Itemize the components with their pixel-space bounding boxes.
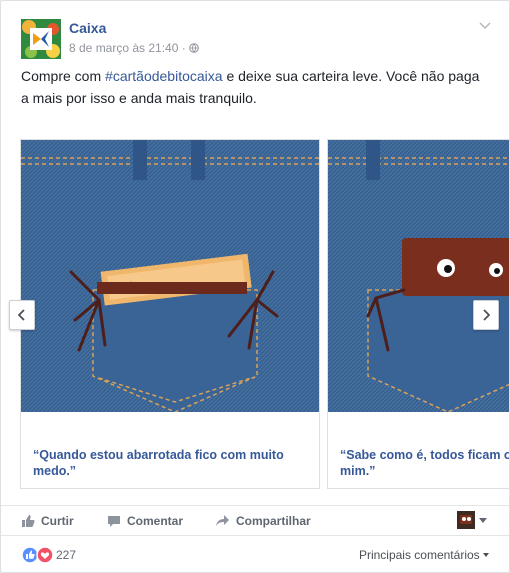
share-arrow-icon [216, 515, 229, 526]
post-timestamp[interactable]: 8 de março às 21:40 [69, 41, 178, 55]
page-avatar[interactable] [21, 19, 61, 59]
carousel-slide[interactable]: 500 “Quando estou abarrotada fico com mu… [20, 139, 320, 489]
share-button[interactable]: Compartilhar [215, 514, 311, 528]
post-text: Compre com #cartãodebitocaixa e deixe su… [21, 65, 491, 109]
caret-down-icon [479, 517, 487, 523]
caret-down-icon [483, 553, 489, 557]
globe-icon [189, 41, 199, 55]
slide-caption[interactable]: “Quando estou abarrotada fico com muito … [33, 447, 303, 479]
post-meta: 8 de março às 21:40 · [69, 41, 199, 55]
comment-icon [108, 516, 120, 527]
post-card: Caixa 8 de março às 21:40 · Compre com #… [0, 0, 510, 573]
slide-caption[interactable]: “Sabe como é, todos ficam olhando pra mi… [340, 447, 509, 479]
post-as-selector[interactable] [457, 511, 487, 529]
slide-image-wallet-eyes [328, 140, 509, 412]
like-label: Curtir [41, 514, 74, 528]
carousel: 500 “Quando estou abarrotada fico com mu… [1, 139, 509, 489]
carousel-next-button[interactable] [473, 300, 499, 330]
page-avatar-small [457, 511, 475, 529]
comment-sort-label: Principais comentários [358, 548, 480, 562]
carousel-prev-button[interactable] [9, 300, 35, 330]
post-text-start: Compre com [21, 68, 106, 84]
slide-image-pocket-full: 500 [21, 140, 319, 412]
chevron-left-icon [18, 309, 25, 321]
chevron-right-icon [483, 309, 490, 321]
like-button[interactable]: Curtir [21, 514, 74, 528]
action-bar: Curtir Comentar Compartilhar [1, 505, 509, 536]
page-name[interactable]: Caixa [69, 20, 106, 36]
reaction-count[interactable]: 227 [56, 548, 76, 562]
comment-sort-dropdown[interactable]: Principais comentários [359, 548, 489, 562]
comment-button[interactable]: Comentar [107, 514, 183, 528]
comment-label: Comentar [127, 514, 184, 528]
reactions-bar: 227 Principais comentários [1, 535, 509, 572]
hashtag-link[interactable]: #cartãodebitocaixa [105, 68, 223, 84]
share-label: Compartilhar [236, 514, 311, 528]
chevron-down-icon[interactable] [479, 19, 491, 33]
reaction-icons[interactable] [21, 546, 55, 564]
thumbs-up-icon [22, 515, 35, 527]
